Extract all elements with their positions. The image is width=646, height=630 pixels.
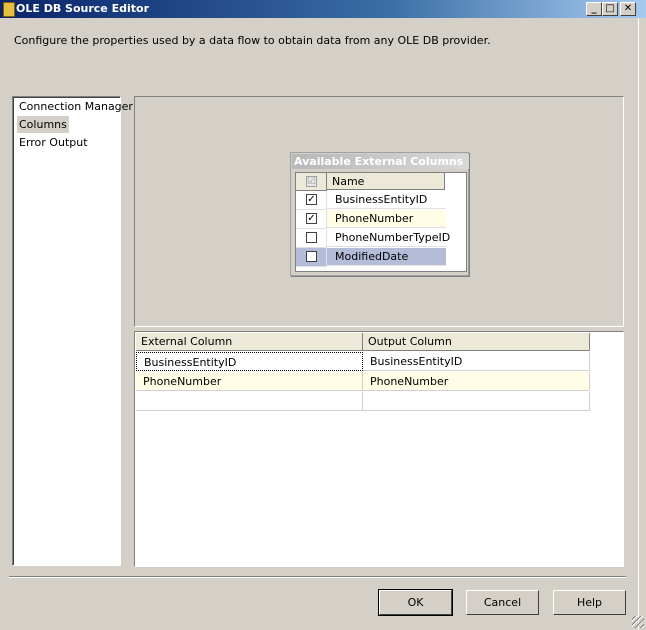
name-column-header[interactable]: Name <box>327 173 445 190</box>
help-button[interactable]: Help <box>553 590 626 615</box>
column-name: PhoneNumberTypeID <box>327 229 450 247</box>
minimize-button[interactable]: _ <box>586 2 602 16</box>
ok-button[interactable]: OK <box>378 589 453 616</box>
available-columns-grid[interactable]: ☑ Name ✓ BusinessEntityID ✓ PhoneNumber … <box>295 172 467 272</box>
window-edge <box>638 18 646 630</box>
app-icon <box>3 2 15 17</box>
external-column-header[interactable]: External Column <box>136 333 363 351</box>
column-mapping-grid[interactable]: External Column Output Column BusinessEn… <box>134 331 624 567</box>
external-column-cell[interactable] <box>136 392 363 411</box>
title-bar[interactable]: OLE DB Source Editor _ □ ✕ <box>0 0 646 18</box>
resize-grip-icon[interactable] <box>632 616 644 628</box>
column-checkbox[interactable]: ✓ <box>306 194 317 205</box>
window-title: OLE DB Source Editor <box>16 2 149 15</box>
column-name: BusinessEntityID <box>327 191 446 209</box>
button-separator <box>9 576 626 578</box>
list-item[interactable]: PhoneNumberTypeID <box>296 229 450 248</box>
select-all-header[interactable]: ☑ <box>296 173 327 191</box>
maximize-button[interactable]: □ <box>602 2 618 16</box>
nav-item-connection-manager[interactable]: Connection Manager <box>17 98 135 115</box>
available-columns-title: Available External Columns <box>292 154 469 169</box>
select-all-checkbox[interactable]: ☑ <box>306 176 317 187</box>
column-checkbox[interactable]: ✓ <box>306 213 317 224</box>
external-column-cell[interactable]: BusinessEntityID <box>136 352 363 371</box>
column-name: PhoneNumber <box>327 210 446 228</box>
output-column-cell[interactable]: BusinessEntityID <box>363 352 590 371</box>
external-column-cell[interactable]: PhoneNumber <box>136 372 363 391</box>
output-column-cell[interactable] <box>363 392 590 411</box>
column-checkbox[interactable] <box>306 232 317 243</box>
nav-item-columns[interactable]: Columns <box>17 116 69 133</box>
columns-designer-canvas: Available External Columns ☑ Name ✓ Busi… <box>134 96 624 327</box>
column-checkbox[interactable] <box>306 251 317 262</box>
list-item[interactable]: ModifiedDate <box>296 248 446 267</box>
page-navigation-list[interactable]: Connection Manager Columns Error Output <box>12 96 133 566</box>
column-name: ModifiedDate <box>327 248 446 266</box>
list-item[interactable]: ✓ BusinessEntityID <box>296 191 446 210</box>
nav-item-error-output[interactable]: Error Output <box>17 134 90 151</box>
dialog-description: Configure the properties used by a data … <box>14 34 491 47</box>
output-column-header[interactable]: Output Column <box>363 333 590 351</box>
available-columns-box[interactable]: Available External Columns ☑ Name ✓ Busi… <box>290 152 469 276</box>
list-item[interactable]: ✓ PhoneNumber <box>296 210 446 229</box>
available-columns-header: ☑ Name <box>296 173 446 191</box>
close-button[interactable]: ✕ <box>620 2 636 16</box>
cancel-button[interactable]: Cancel <box>466 590 539 615</box>
output-column-cell[interactable]: PhoneNumber <box>363 372 590 391</box>
